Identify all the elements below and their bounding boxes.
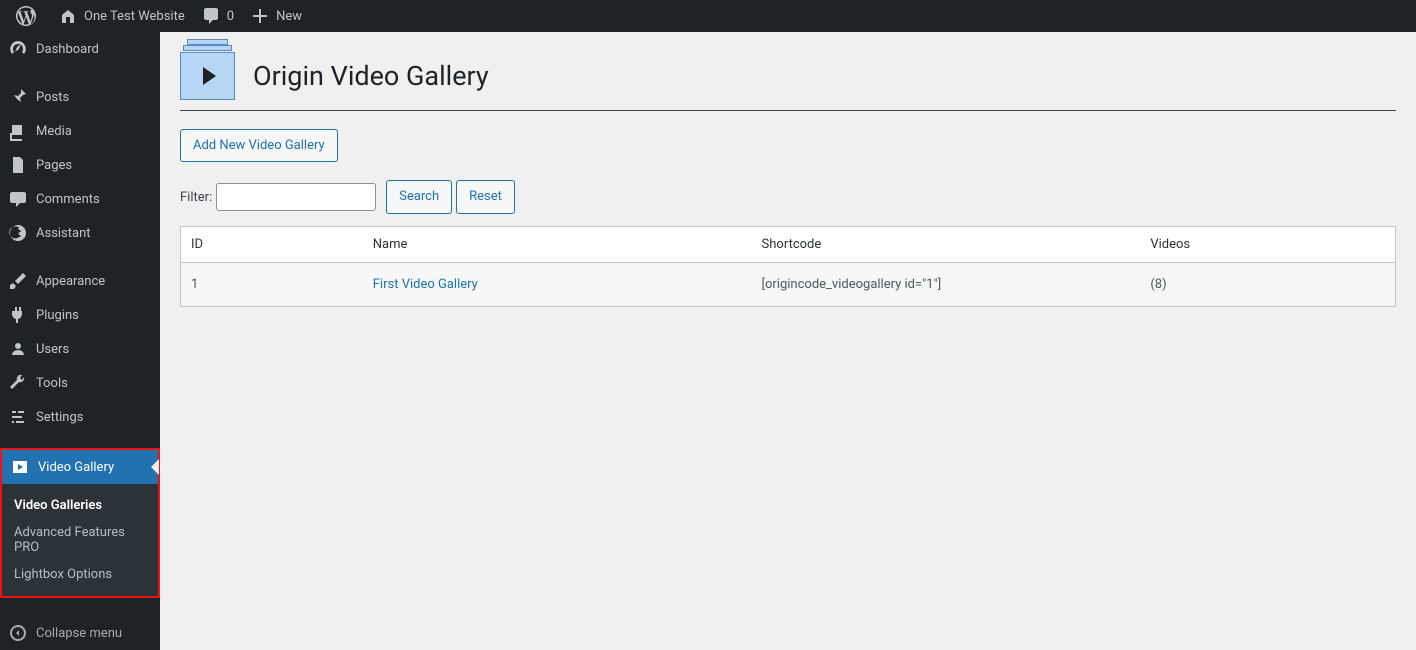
page-icon bbox=[8, 155, 28, 175]
users-icon bbox=[8, 339, 28, 359]
dashboard-icon bbox=[8, 39, 28, 59]
collapse-icon bbox=[8, 623, 28, 643]
column-header-id[interactable]: ID bbox=[181, 226, 363, 262]
table-row: 1 First Video Gallery [origincode_videog… bbox=[181, 262, 1396, 306]
sidebar-item-label: Media bbox=[36, 124, 72, 139]
filter-label: Filter: bbox=[180, 190, 212, 205]
reset-button[interactable]: Reset bbox=[456, 180, 515, 213]
comments-count: 0 bbox=[227, 9, 234, 24]
filter-input[interactable] bbox=[216, 183, 376, 211]
column-header-videos[interactable]: Videos bbox=[1140, 226, 1395, 262]
sidebar-item-users[interactable]: Users bbox=[0, 332, 160, 366]
sidebar-item-label: Video Gallery bbox=[38, 460, 114, 475]
submenu-item-video-galleries[interactable]: Video Galleries bbox=[2, 492, 158, 519]
highlighted-menu-section: Video Gallery Video Galleries Advanced F… bbox=[0, 448, 160, 598]
page-title: Origin Video Gallery bbox=[253, 60, 489, 92]
sidebar-item-label: Users bbox=[36, 342, 69, 357]
plus-icon bbox=[250, 6, 270, 26]
video-icon bbox=[10, 457, 30, 477]
cell-id: 1 bbox=[181, 262, 363, 306]
globe-icon bbox=[8, 223, 28, 243]
sidebar-item-comments[interactable]: Comments bbox=[0, 182, 160, 216]
collapse-label: Collapse menu bbox=[36, 626, 122, 641]
wordpress-logo[interactable] bbox=[8, 0, 50, 32]
comments-link[interactable]: 0 bbox=[193, 0, 242, 32]
sidebar-item-label: Posts bbox=[36, 90, 69, 105]
pin-icon bbox=[8, 87, 28, 107]
wrench-icon bbox=[8, 373, 28, 393]
sidebar-item-dashboard[interactable]: Dashboard bbox=[0, 32, 160, 66]
submenu-item-advanced-features[interactable]: Advanced Features PRO bbox=[2, 519, 158, 561]
submenu-item-lightbox-options[interactable]: Lightbox Options bbox=[2, 561, 158, 588]
admin-bar: One Test Website 0 New bbox=[0, 0, 1416, 32]
galleries-table: ID Name Shortcode Videos 1 First Video G… bbox=[180, 226, 1396, 307]
comments-icon bbox=[8, 189, 28, 209]
settings-icon bbox=[8, 407, 28, 427]
cell-videos: (8) bbox=[1140, 262, 1395, 306]
home-icon bbox=[58, 6, 78, 26]
sidebar-item-video-gallery[interactable]: Video Gallery bbox=[2, 450, 158, 484]
new-content-link[interactable]: New bbox=[242, 0, 310, 32]
sidebar-item-label: Dashboard bbox=[36, 42, 99, 57]
comment-icon bbox=[201, 6, 221, 26]
sidebar-item-label: Settings bbox=[36, 410, 83, 425]
sidebar-item-label: Tools bbox=[36, 376, 68, 391]
wordpress-icon bbox=[16, 6, 36, 26]
sidebar-item-tools[interactable]: Tools bbox=[0, 366, 160, 400]
collapse-menu-button[interactable]: Collapse menu bbox=[0, 616, 160, 650]
action-row: Add New Video Gallery bbox=[180, 129, 1396, 162]
sidebar-item-label: Assistant bbox=[36, 226, 91, 241]
sidebar-item-media[interactable]: Media bbox=[0, 114, 160, 148]
sidebar-item-label: Pages bbox=[36, 158, 72, 173]
column-header-name[interactable]: Name bbox=[363, 226, 752, 262]
new-label: New bbox=[276, 9, 302, 24]
main-content: Origin Video Gallery Add New Video Galle… bbox=[160, 32, 1416, 327]
sidebar-item-plugins[interactable]: Plugins bbox=[0, 298, 160, 332]
media-icon bbox=[8, 121, 28, 141]
cell-name: First Video Gallery bbox=[363, 262, 752, 306]
site-name-label: One Test Website bbox=[84, 9, 185, 24]
sidebar-item-pages[interactable]: Pages bbox=[0, 148, 160, 182]
admin-sidebar: Dashboard Posts Media Pages Comments Ass… bbox=[0, 32, 160, 650]
brush-icon bbox=[8, 271, 28, 291]
filter-row: Filter: Search Reset bbox=[180, 180, 1396, 213]
sidebar-item-label: Comments bbox=[36, 192, 100, 207]
plug-icon bbox=[8, 305, 28, 325]
sidebar-item-posts[interactable]: Posts bbox=[0, 80, 160, 114]
search-button[interactable]: Search bbox=[386, 180, 452, 213]
add-new-gallery-button[interactable]: Add New Video Gallery bbox=[180, 129, 338, 162]
table-header-row: ID Name Shortcode Videos bbox=[181, 226, 1396, 262]
page-header-icon bbox=[180, 52, 235, 100]
sidebar-item-assistant[interactable]: Assistant bbox=[0, 216, 160, 250]
site-name-link[interactable]: One Test Website bbox=[50, 0, 193, 32]
page-header: Origin Video Gallery bbox=[180, 52, 1396, 111]
sidebar-submenu: Video Galleries Advanced Features PRO Li… bbox=[2, 484, 158, 596]
cell-shortcode: [origincode_videogallery id="1"] bbox=[752, 262, 1141, 306]
sidebar-item-appearance[interactable]: Appearance bbox=[0, 264, 160, 298]
column-header-shortcode[interactable]: Shortcode bbox=[752, 226, 1141, 262]
sidebar-item-label: Plugins bbox=[36, 308, 79, 323]
gallery-name-link[interactable]: First Video Gallery bbox=[373, 277, 478, 292]
sidebar-item-settings[interactable]: Settings bbox=[0, 400, 160, 434]
sidebar-item-label: Appearance bbox=[36, 274, 105, 289]
